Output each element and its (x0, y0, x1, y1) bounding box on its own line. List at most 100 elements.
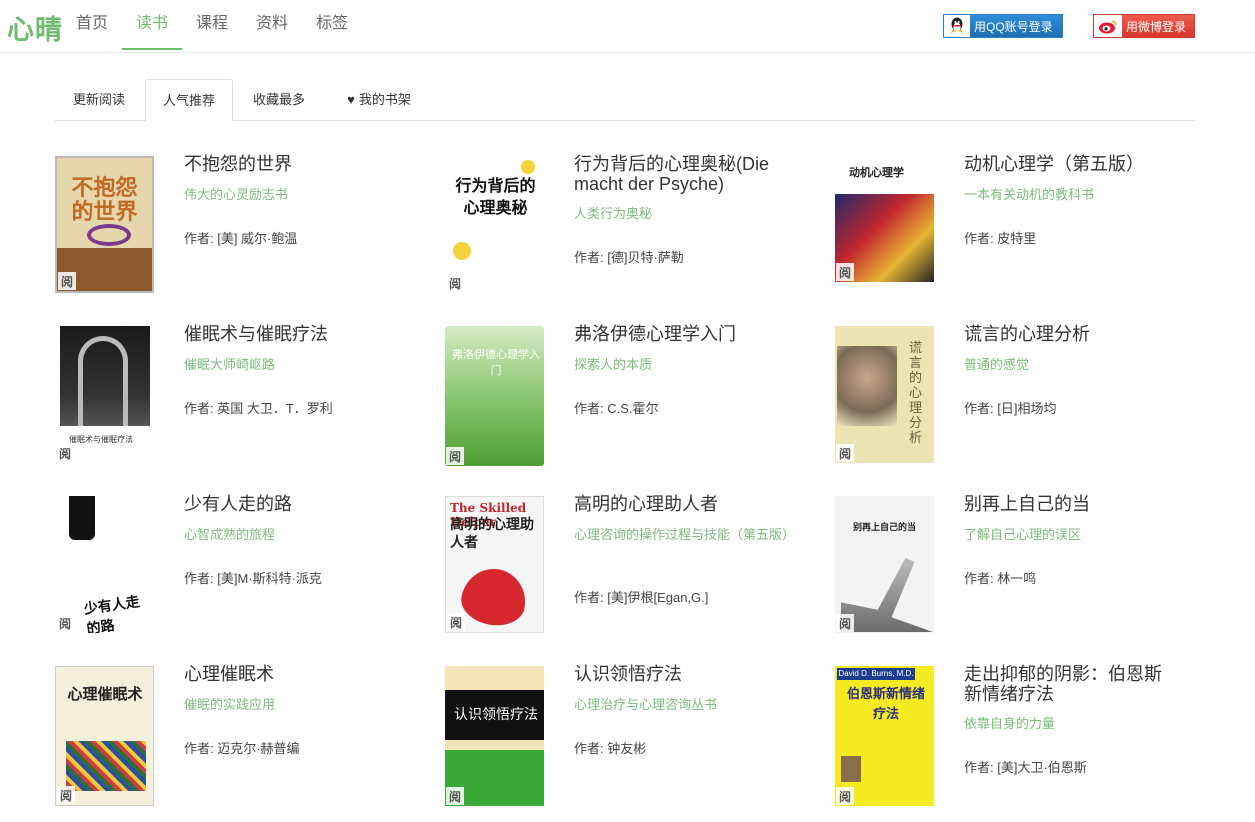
book-title[interactable]: 走出抑郁的阴影：伯恩斯新情绪疗法 (964, 664, 1179, 704)
read-badge[interactable]: 阅 (836, 263, 854, 281)
book-author: 作者: [美]大卫·伯恩斯 (964, 760, 1087, 775)
cover-title: 高明的心理助人者 (450, 516, 534, 550)
cover-artwork (841, 558, 933, 632)
cover-title: 少有人走的路 (82, 593, 141, 633)
heart-illustration (457, 563, 531, 631)
book-cover[interactable]: 少有人走的路 阅 (55, 496, 154, 633)
book-card: 动机心理学 阅 动机心理学（第五版） 一本有关动机的教科书 作者: 皮特里 (835, 154, 1215, 301)
book-cover[interactable]: 动机心理学 阅 (835, 156, 934, 282)
book-author: 作者: [德]贝特·萨勒 (574, 250, 684, 265)
tab-latest[interactable]: 更新阅读 (55, 79, 143, 120)
book-author: 作者: 林一鸣 (964, 571, 1037, 586)
arch-illustration (78, 336, 128, 426)
read-badge[interactable]: 阅 (836, 444, 854, 462)
main-nav: 首页 读书 课程 资料 标签 (62, 0, 362, 50)
book-title[interactable]: 行为背后的心理奥秘(Die macht der Psyche) (574, 154, 789, 194)
book-subtitle: 人类行为奥秘 (574, 206, 653, 221)
cover-title: 催眠术与催眠疗法 (69, 435, 133, 444)
book-subtitle: 了解自己心理的误区 (964, 527, 1082, 542)
book-subtitle: 一本有关动机的教科书 (964, 187, 1095, 202)
tab-popular[interactable]: 人气推荐 (145, 79, 233, 121)
tab-my-shelf-label: 我的书架 (358, 92, 411, 107)
read-badge[interactable]: 阅 (836, 614, 854, 632)
read-badge[interactable]: 阅 (58, 272, 76, 290)
book-card: 认识领悟疗法 阅 认识领悟疗法 心理治疗与心理咨询丛书 作者: 钟友彬 (445, 664, 825, 811)
cover-artwork (66, 741, 146, 791)
book-title[interactable]: 别再上自己的当 (964, 494, 1179, 514)
tab-favorites[interactable]: 收藏最多 (235, 79, 323, 120)
book-cover[interactable]: 催眠术与催眠疗法 阅 (55, 326, 154, 463)
read-badge[interactable]: 阅 (446, 274, 464, 292)
book-title[interactable]: 少有人走的路 (184, 494, 399, 514)
book-card: 心理催眠术 阅 心理催眠术 催眠的实践应用 作者: 迈克尔·赫普编 (55, 664, 435, 811)
cover-photo (60, 326, 150, 426)
top-bar: 心晴 首页 读书 课程 资料 标签 用QQ账号登录 用微博登录 (0, 0, 1255, 53)
sad-face-illustration (453, 242, 471, 260)
book-card: 别再上自己的当 阅 别再上自己的当 了解自己心理的误区 作者: 林一鸣 (835, 494, 1215, 641)
book-title[interactable]: 认识领悟疗法 (574, 664, 789, 684)
cover-title: 谎言的心理分析 (909, 340, 923, 445)
cover-title: 伯恩斯新情绪疗法 (846, 686, 925, 721)
book-title[interactable]: 不抱怨的世界 (184, 154, 399, 174)
nav-tags[interactable]: 标签 (302, 0, 362, 50)
book-title[interactable]: 动机心理学（第五版） (964, 154, 1179, 174)
bracelet-illustration (87, 224, 131, 246)
nav-courses[interactable]: 课程 (182, 0, 242, 50)
book-card: 行为背后的心理奥秘 阅 行为背后的心理奥秘(Die macht der Psyc… (445, 154, 825, 301)
book-title[interactable]: 弗洛伊德心理学入门 (574, 324, 789, 344)
book-card: 不抱怨的世界 阅 不抱怨的世界 伟大的心灵励志书 作者: [美] 威尔·鲍温 (55, 154, 435, 301)
book-subtitle: 依靠自身的力量 (964, 716, 1056, 731)
cover-title: 别再上自己的当 (853, 522, 917, 532)
author-photo (841, 756, 861, 782)
read-badge[interactable]: 阅 (446, 447, 464, 465)
book-subtitle: 催眠大师崎岖路 (184, 357, 276, 372)
book-cover[interactable]: The Skilled Helper 高明的心理助人者 阅 (445, 496, 544, 633)
read-badge[interactable]: 阅 (447, 613, 465, 631)
read-badge[interactable]: 阅 (56, 614, 74, 632)
book-cover[interactable]: 谎言的心理分析 阅 (835, 326, 934, 463)
book-cover[interactable]: 心理催眠术 阅 (55, 666, 154, 806)
book-card: The Skilled Helper 高明的心理助人者 阅 高明的心理助人者 心… (445, 494, 825, 641)
portrait-illustration (837, 346, 897, 426)
book-cover[interactable]: 认识领悟疗法 阅 (445, 666, 544, 806)
read-badge[interactable]: 阅 (446, 787, 464, 805)
book-cover[interactable]: 行为背后的心理奥秘 阅 (445, 156, 544, 293)
book-cover[interactable]: David D. Burns, M.D. 伯恩斯新情绪疗法 阅 (835, 666, 934, 806)
site-logo[interactable]: 心晴 (7, 8, 63, 47)
book-title[interactable]: 催眠术与催眠疗法 (184, 324, 399, 344)
book-author: 作者: [美]M·斯科特·派克 (184, 571, 322, 586)
book-author: 作者: 皮特里 (964, 231, 1037, 246)
qq-penguin-icon (944, 15, 970, 37)
book-cover[interactable]: 别再上自己的当 阅 (835, 496, 934, 633)
cover-title: 弗洛伊德心理学入门 (452, 349, 540, 377)
cover-title: 不抱怨的世界 (71, 175, 138, 225)
weibo-login-button[interactable]: 用微博登录 (1093, 14, 1195, 38)
nav-materials[interactable]: 资料 (242, 0, 302, 50)
cover-title: 动机心理学 (849, 167, 904, 179)
nav-home[interactable]: 首页 (62, 0, 122, 50)
book-author: 作者: 迈克尔·赫普编 (184, 741, 300, 756)
book-card: 弗洛伊德心理学入门 阅 弗洛伊德心理学入门 探索人的本质 作者: C.S.霍尔 (445, 324, 825, 471)
book-title[interactable]: 心理催眠术 (184, 664, 399, 684)
cover-author-band: David D. Burns, M.D. (837, 668, 915, 680)
book-card: 少有人走的路 阅 少有人走的路 心智成熟的旅程 作者: [美]M·斯科特·派克 (55, 494, 435, 641)
heart-icon: ♥ (347, 92, 355, 107)
walking-figure-illustration (69, 496, 95, 540)
book-cover[interactable]: 不抱怨的世界 阅 (55, 156, 154, 293)
read-badge[interactable]: 阅 (836, 787, 854, 805)
qq-login-button[interactable]: 用QQ账号登录 (943, 14, 1063, 38)
book-subtitle: 伟大的心灵励志书 (184, 187, 289, 202)
tab-my-shelf[interactable]: ♥ 我的书架 (329, 79, 429, 120)
weibo-login-label: 用微博登录 (1126, 19, 1187, 34)
book-title[interactable]: 高明的心理助人者 (574, 494, 789, 514)
weibo-icon (1094, 15, 1122, 37)
nav-reading[interactable]: 读书 (122, 0, 183, 50)
book-title[interactable]: 谎言的心理分析 (964, 324, 1179, 344)
read-badge[interactable]: 阅 (57, 786, 75, 804)
book-author: 作者: 钟友彬 (574, 741, 647, 756)
qq-login-label: 用QQ账号登录 (974, 19, 1053, 34)
book-subtitle: 心智成熟的旅程 (184, 527, 276, 542)
book-cover[interactable]: 弗洛伊德心理学入门 阅 (445, 326, 544, 466)
book-author: 作者: 英国 大卫．T．罗利 (184, 401, 333, 416)
read-badge[interactable]: 阅 (56, 444, 74, 462)
